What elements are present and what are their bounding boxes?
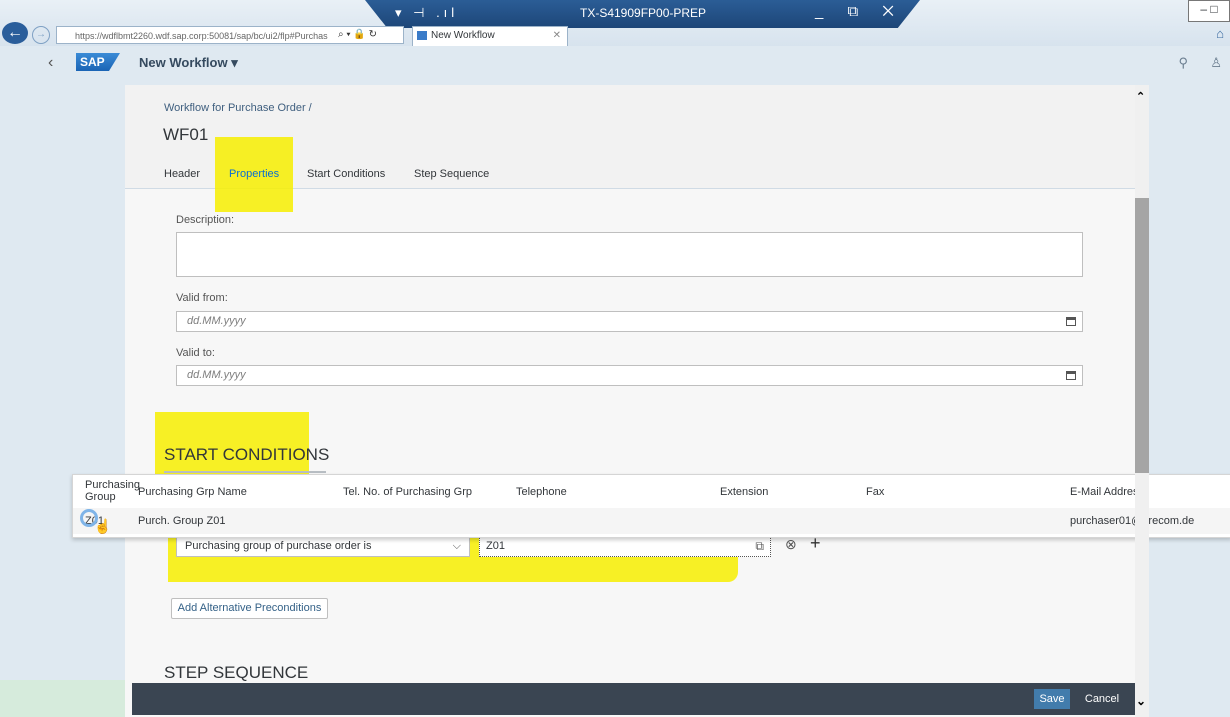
browser-tab-title: New Workflow: [431, 30, 495, 41]
valid-from-field[interactable]: dd.MM.yyyy: [176, 311, 1083, 332]
scroll-down-icon[interactable]: ⌄: [1136, 694, 1146, 708]
remote-signal-icon: ▾ ⊣ .ıl: [395, 5, 459, 20]
shell-bar: ‹ SAP New Workflow ▾ ⚲ ♙: [0, 46, 1230, 80]
hand-cursor-icon: ☝: [94, 518, 112, 534]
valid-to-field[interactable]: dd.MM.yyyy: [176, 365, 1083, 386]
tab-start-conditions[interactable]: Start Conditions: [307, 168, 385, 180]
window-controls[interactable]: – □: [1188, 0, 1230, 22]
cell-email: purchaser01@precom.de: [1070, 515, 1195, 527]
description-label: Description:: [176, 214, 235, 226]
tab-properties[interactable]: Properties: [229, 168, 279, 180]
remote-session-bar: ▾ ⊣ .ıl TX-S41909FP00-PREP _ ⧉ ✕: [365, 0, 920, 28]
scroll-up-icon[interactable]: ⌃: [1136, 90, 1145, 103]
column-header-email[interactable]: E-Mail Address: [1070, 486, 1144, 498]
tab-header[interactable]: Header: [164, 168, 200, 180]
sap-logo: SAP: [76, 53, 120, 71]
valid-to-placeholder: dd.MM.yyyy: [187, 369, 246, 381]
column-header-grp-name[interactable]: Purchasing Grp Name: [138, 486, 247, 498]
search-icon[interactable]: ⚲: [1178, 55, 1188, 71]
forward-button[interactable]: →: [32, 26, 50, 44]
valid-from-label: Valid from:: [176, 292, 228, 304]
table-row[interactable]: Z01 Purch. Group Z01 purchaser01@precom.…: [73, 508, 1230, 534]
footer-toolbar: Save Cancel: [132, 683, 1135, 715]
add-alternative-preconditions-button[interactable]: Add Alternative Preconditions: [171, 598, 328, 619]
remove-condition-icon[interactable]: ⊗: [785, 536, 797, 553]
column-header-purchasing-group[interactable]: Purchasing Group: [85, 479, 140, 503]
condition-value-text: Z01: [486, 540, 505, 552]
browser-tab[interactable]: New Workflow ✕: [412, 26, 568, 46]
tab-favicon-icon: [417, 31, 427, 40]
column-header-fax[interactable]: Fax: [866, 486, 884, 498]
back-button[interactable]: ←: [2, 22, 28, 44]
start-conditions-title: START CONDITIONS: [164, 445, 330, 464]
save-button[interactable]: Save: [1034, 689, 1070, 709]
calendar-icon[interactable]: [1066, 371, 1076, 380]
description-field[interactable]: [176, 232, 1083, 277]
scrollbar-thumb[interactable]: [1135, 198, 1149, 473]
condition-field-select[interactable]: Purchasing group of purchase order is ⌵: [176, 535, 470, 557]
valid-to-label: Valid to:: [176, 347, 215, 359]
cell-grp-name: Purch. Group Z01: [138, 515, 226, 527]
app-title-menu[interactable]: New Workflow ▾: [139, 55, 238, 71]
condition-value-input[interactable]: Z01 ⧉: [479, 535, 771, 557]
background-decoration: [0, 680, 125, 717]
valid-from-placeholder: dd.MM.yyyy: [187, 315, 246, 327]
shell-back-icon[interactable]: ‹: [48, 54, 53, 72]
home-icon[interactable]: ⌂: [1216, 26, 1224, 41]
column-header-telephone[interactable]: Telephone: [516, 486, 567, 498]
page-title: WF01: [163, 125, 209, 144]
chevron-down-icon[interactable]: ⌵: [453, 536, 461, 556]
value-help-popup: Purchasing Group Purchasing Grp Name Tel…: [72, 474, 1230, 538]
tab-close-icon[interactable]: ✕: [553, 27, 561, 45]
user-icon[interactable]: ♙: [1210, 55, 1222, 71]
address-controls[interactable]: ⌕ ▾ 🔒 ↻: [338, 26, 377, 44]
breadcrumb[interactable]: Workflow for Purchase Order /: [164, 102, 312, 114]
section-divider: [164, 471, 326, 473]
remote-window-controls-icon[interactable]: _ ⧉ ✕: [815, 3, 904, 20]
tab-step-sequence[interactable]: Step Sequence: [414, 168, 489, 180]
condition-field-value: Purchasing group of purchase order is: [185, 540, 372, 552]
column-header-extension[interactable]: Extension: [720, 486, 768, 498]
step-sequence-title: STEP SEQUENCE: [164, 663, 309, 682]
calendar-icon[interactable]: [1066, 317, 1076, 326]
value-help-header: Purchasing Group Purchasing Grp Name Tel…: [73, 475, 1230, 508]
column-header-tel-no[interactable]: Tel. No. of Purchasing Grp: [343, 486, 472, 498]
main-content: Workflow for Purchase Order / WF01 Heade…: [125, 85, 1135, 717]
remote-session-title: TX-S41909FP00-PREP: [580, 6, 707, 20]
cancel-button[interactable]: Cancel: [1080, 689, 1124, 709]
value-help-icon[interactable]: ⧉: [755, 536, 764, 556]
